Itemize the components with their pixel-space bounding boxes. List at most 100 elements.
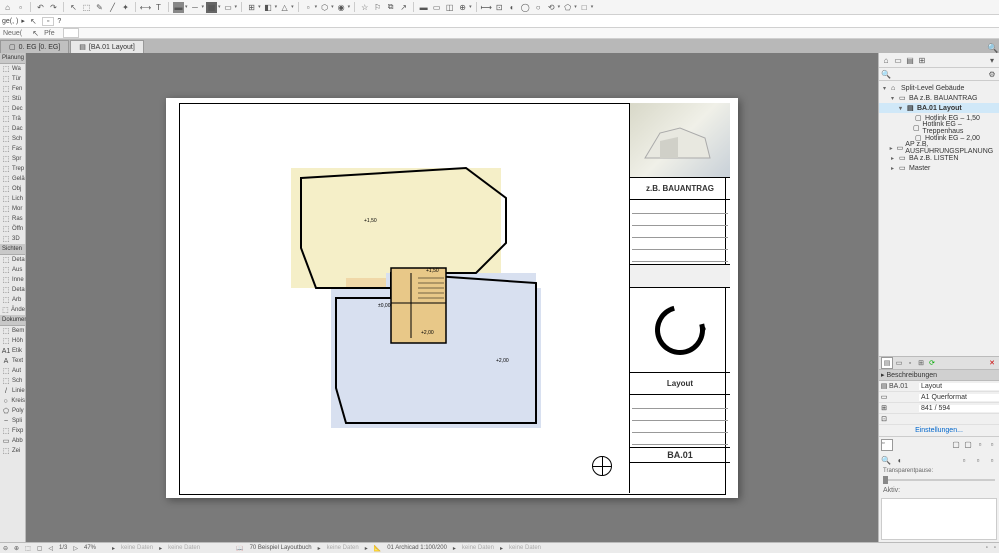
prop-tab-5[interactable]: ⟳: [927, 358, 937, 368]
tool3-dropdown[interactable]: △▾: [279, 2, 294, 13]
label-icon[interactable]: ◐: [507, 2, 518, 13]
zoom-out-icon[interactable]: ⊖: [3, 545, 8, 552]
vm-icon-3[interactable]: ▫: [975, 439, 985, 449]
toolbox-section-header[interactable]: Planung: [0, 53, 25, 64]
ruler-icon[interactable]: ⟷: [140, 2, 151, 13]
star-icon[interactable]: ☆: [359, 2, 370, 13]
layer-dropdown[interactable]: ▭▾: [223, 2, 238, 13]
nav-publish-icon[interactable]: ⊞: [917, 55, 927, 65]
prop-tab-1[interactable]: ▤: [881, 357, 893, 369]
picker-icon[interactable]: ↖: [28, 16, 39, 27]
tree-arrow-icon[interactable]: ▾: [883, 85, 889, 92]
prop-close-icon[interactable]: ✕: [987, 358, 997, 368]
layout-canvas[interactable]: +1,50 +1,50 ±0,00 +2,00 +2,00 z.B. BAUAN…: [26, 53, 878, 542]
toolbox-item[interactable]: ⬚Trä: [0, 114, 25, 124]
toolbox-item[interactable]: ~Spli: [0, 416, 25, 426]
transparency-slider[interactable]: [879, 475, 999, 485]
home-icon[interactable]: ⌂: [2, 2, 13, 13]
3d-dropdown[interactable]: ⬡▾: [319, 2, 334, 13]
bookmark-icon[interactable]: ⚐: [372, 2, 383, 13]
vi-3[interactable]: ▫: [959, 455, 969, 465]
export-icon[interactable]: ↗: [398, 2, 409, 13]
vm-icon-4[interactable]: ▫: [987, 439, 997, 449]
settings-icon[interactable]: ⚙: [987, 69, 997, 79]
toolbox-item[interactable]: ⬚Inne: [0, 275, 25, 285]
circle-icon[interactable]: ○: [533, 2, 544, 13]
toolbox-section-header[interactable]: Sichten: [0, 244, 25, 255]
tag-icon[interactable]: ⊡: [494, 2, 505, 13]
vm-icon-2[interactable]: ▢: [963, 439, 973, 449]
toolbox-item[interactable]: ⬚Zei: [0, 446, 25, 456]
toolbox-item[interactable]: ⬚3D: [0, 234, 25, 244]
view-mode-1[interactable]: ▫: [881, 439, 893, 451]
toolbox-item[interactable]: A1Etik: [0, 346, 25, 356]
toolbox-item[interactable]: ⬠Poly: [0, 406, 25, 416]
prop-tab-3[interactable]: ▫: [905, 358, 915, 368]
nav-layout-icon[interactable]: ▤: [905, 55, 915, 65]
zoom-in-icon[interactable]: ⊕: [14, 545, 19, 552]
status-help-icon[interactable]: ▫: [986, 545, 988, 551]
toolbox-item[interactable]: ⬚Bem: [0, 326, 25, 336]
tab-floor-plan[interactable]: ▢ 0. EG [0. EG]: [0, 40, 69, 53]
pencil-icon[interactable]: ✎: [94, 2, 105, 13]
toolbox-item[interactable]: ⬚Sch: [0, 376, 25, 386]
render-dropdown[interactable]: ◉▾: [336, 2, 351, 13]
search-input[interactable]: [891, 70, 987, 79]
snap-dropdown[interactable]: ⊞▾: [246, 2, 261, 13]
tree-item[interactable]: ▾⌂Split-Level Gebäude: [879, 83, 999, 93]
nav-prev-icon[interactable]: ◁: [48, 545, 53, 552]
toolbox-item[interactable]: ⬚Ände: [0, 305, 25, 315]
toolbox-item[interactable]: AText: [0, 356, 25, 366]
text-icon[interactable]: T: [153, 2, 164, 13]
redo-icon[interactable]: ↷: [48, 2, 59, 13]
toolbox-item[interactable]: ⬚Wa: [0, 64, 25, 74]
hatch-dropdown[interactable]: ▦▾: [206, 2, 221, 13]
wall-icon[interactable]: ▬: [418, 2, 429, 13]
tab-search-icon[interactable]: 🔍: [987, 43, 997, 53]
tree-item[interactable]: ▸▭AP z.B. AUSFÜHRUNGSPLANUNG: [879, 143, 999, 153]
toolbox-item[interactable]: ⬚Gelä: [0, 174, 25, 184]
toolbox-item[interactable]: ○Kreis: [0, 396, 25, 406]
zoom-fit-icon[interactable]: ⬚: [25, 545, 31, 552]
tree-arrow-icon[interactable]: ▾: [891, 95, 897, 102]
toolbox-item[interactable]: ⬚Spr: [0, 154, 25, 164]
zoom-level[interactable]: 47%: [84, 545, 96, 551]
window-icon[interactable]: ◫: [444, 2, 455, 13]
document-icon[interactable]: ▫: [15, 2, 26, 13]
toolbox-section-header[interactable]: Dokument: [0, 315, 25, 326]
toolbox-item[interactable]: /Linie: [0, 386, 25, 396]
door-icon[interactable]: ▭: [431, 2, 442, 13]
vi-1[interactable]: 🔍: [881, 455, 891, 465]
toolbox-item[interactable]: ⬚Sch: [0, 134, 25, 144]
nav-view-icon[interactable]: ▭: [893, 55, 903, 65]
object-dropdown[interactable]: ⊕▾: [457, 2, 472, 13]
prop-row-value[interactable]: A1 Querformat: [919, 394, 999, 401]
tool2-dropdown[interactable]: ◧▾: [263, 2, 278, 13]
pick-tool-icon[interactable]: ↖: [30, 28, 41, 39]
tree-arrow-icon[interactable]: ▾: [899, 105, 905, 112]
settings-link[interactable]: Einstellungen...: [879, 425, 999, 437]
link-icon[interactable]: ⧉: [385, 2, 396, 13]
toolbox-item[interactable]: ⬚Tür: [0, 74, 25, 84]
prop-row-value[interactable]: Layout: [919, 383, 999, 390]
toolbox-item[interactable]: ⬚Dec: [0, 104, 25, 114]
tree-arrow-icon[interactable]: ▸: [891, 155, 897, 162]
prop-row-value[interactable]: 841 / 594: [919, 405, 999, 412]
info-swatch[interactable]: [63, 28, 79, 38]
toolbox-item[interactable]: ⬚Lich: [0, 194, 25, 204]
toolbox-item[interactable]: ⬚Fen: [0, 84, 25, 94]
tab-layout[interactable]: ▤ [BA.01 Layout]: [70, 40, 144, 53]
tree-arrow-icon[interactable]: ▸: [890, 145, 895, 152]
poly-dropdown[interactable]: ⬠▾: [562, 2, 577, 13]
scale-label[interactable]: 01 Archicad 1:100/200: [387, 545, 447, 551]
toolbox-item[interactable]: ⬚Deta: [0, 255, 25, 265]
zoom-100-icon[interactable]: ▢: [37, 545, 43, 552]
toolbox-item[interactable]: ⬚Stü: [0, 94, 25, 104]
toolbox-item[interactable]: ⬚Arb: [0, 295, 25, 305]
line-tool-icon[interactable]: ╱: [107, 2, 118, 13]
vi-2[interactable]: ◐: [895, 455, 905, 465]
toolbox-item[interactable]: ⬚Fas: [0, 144, 25, 154]
vm-icon-1[interactable]: ▢: [951, 439, 961, 449]
fill-dropdown[interactable]: ▬▾: [173, 2, 188, 13]
marquee-icon[interactable]: ⬚: [81, 2, 92, 13]
